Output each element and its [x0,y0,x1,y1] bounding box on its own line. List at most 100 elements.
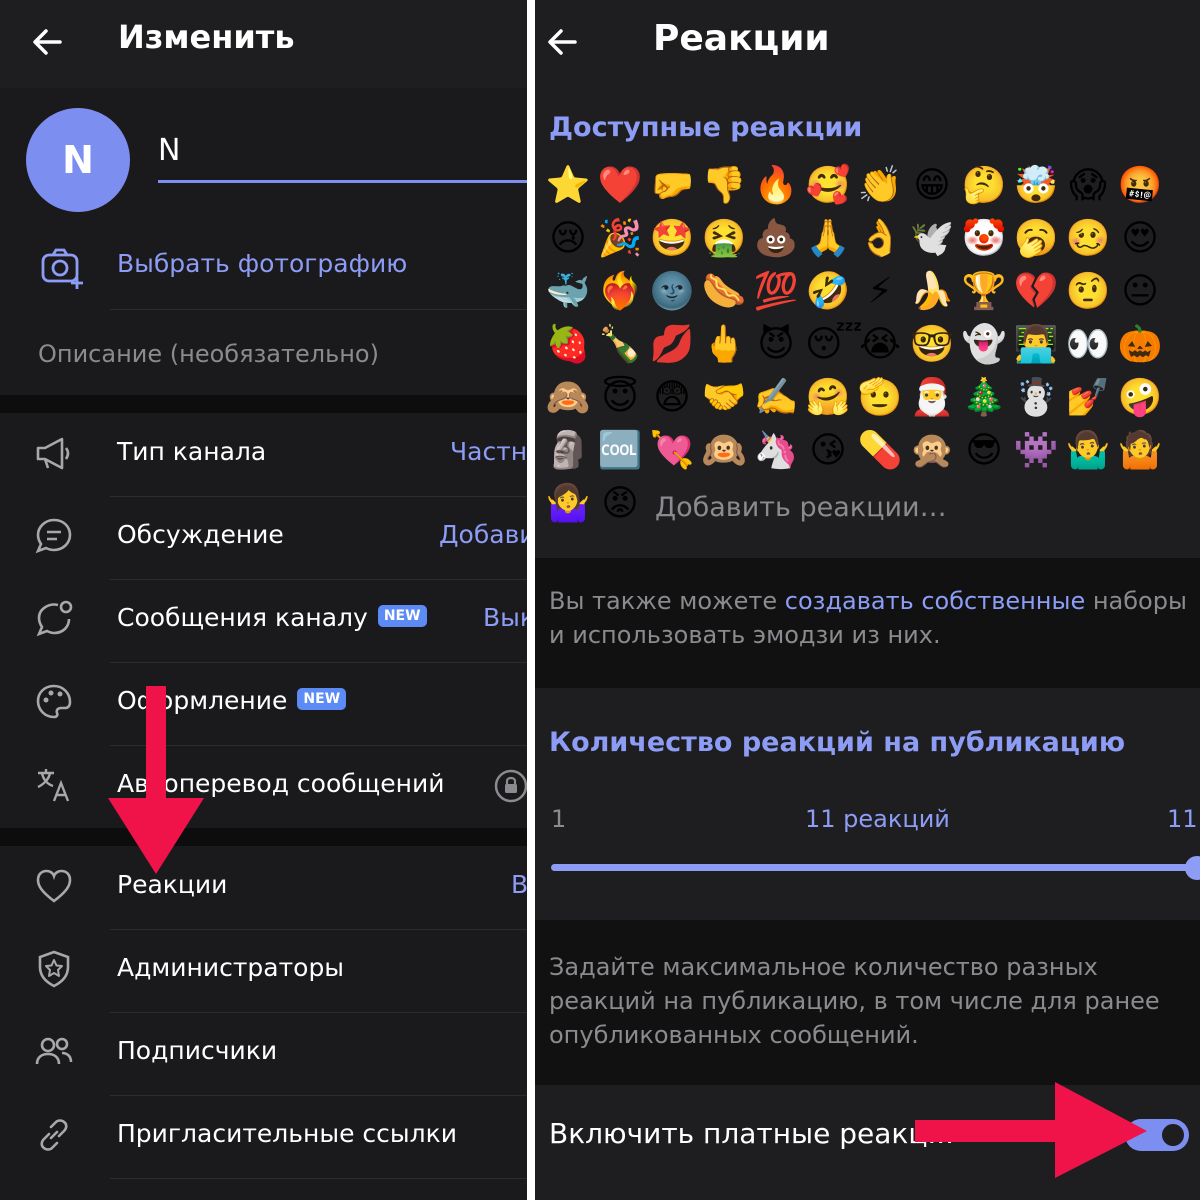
reaction-emoji[interactable]: 😭 [857,322,903,368]
reaction-emoji[interactable]: 🤗 [805,375,851,421]
administrators-row[interactable]: Администраторы [0,929,527,1012]
reaction-emoji[interactable]: 😈 [753,322,799,368]
reaction-emoji[interactable]: ⭐ [545,163,591,209]
reaction-emoji[interactable]: 💘 [649,428,695,474]
slider-thumb[interactable] [1185,856,1200,880]
reaction-count-slider[interactable] [551,864,1191,871]
back-arrow-icon[interactable] [30,20,66,64]
reaction-emoji[interactable]: 🦄 [753,428,799,474]
reaction-emoji[interactable]: 💅 [1065,375,1111,421]
reaction-emoji[interactable]: 🎅 [909,375,955,421]
reaction-emoji[interactable]: 🌭 [701,269,747,315]
reaction-emoji[interactable]: 🏆 [961,269,1007,315]
shield-star-icon [38,950,70,988]
discussion-value: Добави [439,520,527,549]
discussion-row[interactable]: Обсуждение Добави [0,496,527,579]
reaction-emoji[interactable]: 👻 [961,322,1007,368]
avatar[interactable]: N [26,108,130,212]
reaction-emoji[interactable]: 👨‍💻 [1013,322,1059,368]
reaction-emoji[interactable]: 😎 [961,428,1007,474]
reaction-emoji[interactable]: 🤮 [701,216,747,262]
reaction-emoji[interactable]: 🤷 [1117,428,1163,474]
reaction-emoji[interactable]: 🗿 [545,428,591,474]
arrow-down-annotation [108,686,204,874]
reaction-emoji[interactable]: 🍓 [545,322,591,368]
reaction-emoji[interactable]: 🆒 [597,428,643,474]
channel-name-input[interactable]: N [158,130,527,183]
back-arrow-icon[interactable] [545,20,581,64]
reaction-emoji[interactable]: 🤷‍♂️ [1065,428,1111,474]
reaction-emoji[interactable]: 🤷‍♀️ [545,481,591,527]
new-badge: NEW [377,605,427,627]
reaction-emoji[interactable]: 😱 [1065,163,1111,209]
reaction-emoji[interactable]: 🙊 [909,428,955,474]
reaction-emoji[interactable]: 🔥 [753,163,799,209]
reaction-emoji[interactable]: 😡 [597,481,643,527]
reaction-emoji[interactable]: 🥱 [1013,216,1059,262]
reaction-emoji[interactable]: 😍 [1117,216,1163,262]
appearance-row[interactable]: Оформление NEW [0,662,527,745]
auto-translate-row[interactable]: Автоперевод сообщений [0,745,527,828]
invite-links-row[interactable]: Пригласительные ссылки [0,1095,527,1178]
reaction-emoji[interactable]: 🤡 [961,216,1007,262]
reaction-emoji[interactable]: 🐳 [545,269,591,315]
reaction-emoji[interactable]: ✍️ [753,375,799,421]
reaction-emoji[interactable]: 🖕 [701,322,747,368]
reaction-emoji[interactable]: 🙉 [701,428,747,474]
reaction-emoji[interactable]: 🎄 [961,375,1007,421]
reaction-emoji[interactable]: ❤️ [597,163,643,209]
reaction-emoji[interactable]: 💊 [857,428,903,474]
subscribers-row[interactable]: Подписчики [0,1012,527,1095]
reaction-emoji[interactable]: 💩 [753,216,799,262]
reaction-emoji[interactable]: 🙏 [805,216,851,262]
channel-type-row[interactable]: Тип канала Частны [0,413,527,496]
reaction-emoji[interactable]: 🕊️ [909,216,955,262]
reaction-emoji[interactable]: 😇 [597,375,643,421]
reaction-emoji[interactable]: 👎 [701,163,747,209]
reaction-emoji[interactable]: 🌚 [649,269,695,315]
reaction-emoji[interactable]: 😘 [805,428,851,474]
reaction-emoji[interactable]: 🤯 [1013,163,1059,209]
reaction-emoji[interactable]: 🤓 [909,322,955,368]
reaction-emoji[interactable]: 🤝 [701,375,747,421]
reaction-emoji[interactable]: 💔 [1013,269,1059,315]
description-field[interactable]: Описание (необязательно) [0,310,527,395]
reaction-emoji[interactable]: 👀 [1065,322,1111,368]
reactions-row[interactable]: Реакции В [0,846,527,929]
reaction-emoji[interactable]: 🤔 [961,163,1007,209]
channel-messages-row[interactable]: Сообщения каналуNEW Вык [0,579,527,662]
reaction-emoji[interactable]: 🤬 [1117,163,1163,209]
reaction-emoji[interactable]: 🫡 [857,375,903,421]
reaction-emoji[interactable]: 💋 [649,322,695,368]
reaction-emoji[interactable]: 🍌 [909,269,955,315]
reaction-emoji[interactable]: 👾 [1013,428,1059,474]
reaction-emoji[interactable]: 😴 [805,322,863,368]
reaction-emoji[interactable]: 🎃 [1117,322,1163,368]
reaction-emoji[interactable]: 🥴 [1065,216,1111,262]
reaction-emoji[interactable]: 👏 [857,163,903,209]
reaction-emoji[interactable]: 🍾 [597,322,643,368]
choose-photo-row[interactable]: Выбрать фотографию [0,225,527,310]
reaction-emoji[interactable]: 🙈 [545,375,591,421]
reaction-emoji[interactable]: 🤨 [1065,269,1111,315]
reaction-emoji[interactable]: 🎉 [597,216,643,262]
section-gap [0,395,527,413]
reaction-emoji[interactable]: ☃️ [1013,375,1059,421]
reaction-emoji[interactable]: 😁 [909,163,955,209]
reaction-emoji[interactable]: 🤣 [805,269,851,315]
reaction-emoji[interactable]: 😐 [1117,269,1163,315]
create-sets-link[interactable]: создавать собственные [785,587,1085,615]
reaction-emoji[interactable]: 😨 [649,375,695,421]
reaction-emoji[interactable]: 👌 [857,216,903,262]
reaction-emoji[interactable]: 🤩 [649,216,695,262]
reaction-emoji[interactable]: 🥰 [805,163,851,209]
add-reactions-input[interactable]: Добавить реакции… [655,492,947,523]
reaction-emoji[interactable]: ⚡ [857,269,903,315]
reaction-emoji[interactable]: 💯 [753,269,799,315]
palette-icon [36,684,72,719]
reaction-emoji[interactable]: 😢 [545,216,591,262]
reaction-emoji[interactable]: ❤️‍🔥 [597,269,643,315]
reaction-emoji[interactable]: 🤛 [649,163,695,209]
reaction-emoji[interactable]: 🤪 [1117,375,1163,421]
chat-plus-icon [36,600,73,637]
